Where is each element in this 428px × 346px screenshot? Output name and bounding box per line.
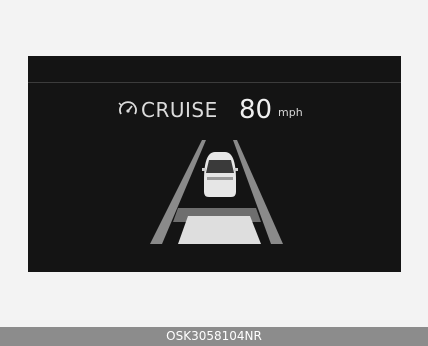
cruise-control-icon [118,101,137,115]
figure-code: OSK3058104NR [166,329,262,343]
cruise-mode-label: CRUISE [141,98,218,122]
lead-vehicle-icon [202,152,238,197]
manual-illustration: CRUISE 80 mph OSK3058104NR [0,0,428,346]
cruise-status-row: CRUISE 80 mph [28,95,401,132]
instrument-cluster-display: CRUISE 80 mph [28,56,401,272]
speed-unit-label: mph [278,106,303,119]
road-scene [150,140,283,244]
distance-bar-near [178,216,261,244]
set-speed-value: 80 [239,95,273,125]
figure-code-bar: OSK3058104NR [0,327,428,346]
